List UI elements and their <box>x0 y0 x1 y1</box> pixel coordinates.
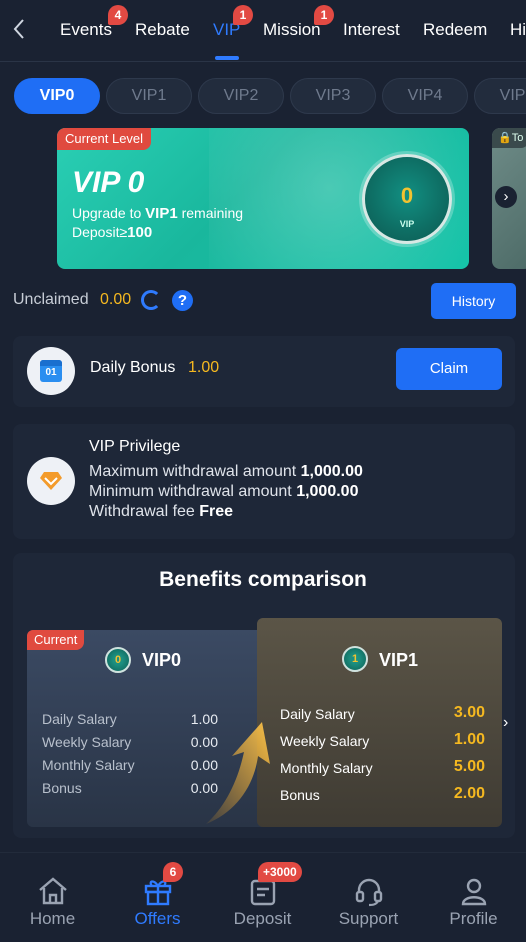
vip0-heading: VIP0 <box>142 650 182 670</box>
right-bonus-value: 2.00 <box>453 785 485 802</box>
tab-redeem[interactable]: Redeem <box>423 20 487 40</box>
unclaimed-label: Unclaimed <box>13 291 89 308</box>
privilege-title: VIP Privilege <box>89 438 181 455</box>
left-monthly-label: Monthly Salary <box>42 757 135 773</box>
right-bonus-label: Bonus <box>280 787 320 803</box>
claim-button[interactable]: Claim <box>396 348 502 390</box>
withdrawal-fee: Withdrawal fee Free <box>89 503 234 520</box>
current-level-title: VIP 0 <box>72 166 145 199</box>
vip1-medal-icon: 1 <box>342 646 368 672</box>
unclaimed-value: 0.00 <box>100 291 132 308</box>
tab-interest[interactable]: Interest <box>343 20 400 40</box>
pill-vip3[interactable]: VIP3 <box>290 78 376 114</box>
right-monthly-value: 5.00 <box>453 758 485 775</box>
tab-rebate[interactable]: Rebate <box>135 20 190 40</box>
pill-vip1[interactable]: VIP1 <box>106 78 192 114</box>
benefits-title: Benefits comparison <box>159 568 367 591</box>
vip-level-selector: VIP0 VIP1 VIP2 VIP3 VIP4 VIP5 <box>0 78 526 114</box>
chevron-right-icon[interactable]: › <box>495 186 517 208</box>
profile-icon <box>461 878 487 906</box>
home-icon <box>39 877 67 905</box>
min-withdrawal: Minimum withdrawal amount 1,000.00 <box>89 483 359 500</box>
pill-vip4[interactable]: VIP4 <box>382 78 468 114</box>
nav-home[interactable]: Home <box>0 853 105 942</box>
tab-more[interactable]: Hi <box>510 20 526 40</box>
vip-medal-icon: 0 VIP <box>362 154 452 244</box>
upgrade-text: Upgrade to VIP1 remaining <box>72 205 244 222</box>
daily-bonus-label: Daily Bonus <box>90 359 176 376</box>
mission-badge: 1 <box>314 5 334 25</box>
diamond-icon <box>40 472 62 490</box>
nav-deposit[interactable]: +3000 Deposit <box>210 853 315 942</box>
daily-bonus-value: 1.00 <box>188 359 220 376</box>
tab-events[interactable]: Events <box>60 20 112 40</box>
vip1-heading: VIP1 <box>379 650 419 670</box>
pill-vip2[interactable]: VIP2 <box>198 78 284 114</box>
max-withdrawal: Maximum withdrawal amount 1,000.00 <box>89 463 363 480</box>
daily-bonus-panel: 01 Daily Bonus 1.00 Claim <box>13 336 515 407</box>
lock-tag: 🔒To <box>492 128 526 148</box>
pill-vip5[interactable]: VIP5 <box>474 78 526 114</box>
left-weekly-label: Weekly Salary <box>42 734 132 750</box>
deposit-requirement: Deposit≥100 <box>72 224 153 241</box>
nav-support[interactable]: Support <box>316 853 421 942</box>
active-tab-indicator <box>215 56 239 60</box>
vip0-medal-icon: 0 <box>105 647 131 673</box>
nav-offers[interactable]: 6 Offers <box>105 853 210 942</box>
refresh-icon[interactable] <box>141 290 161 310</box>
offers-badge: 6 <box>163 862 183 882</box>
vip-badge: 1 <box>233 5 253 25</box>
right-monthly-label: Monthly Salary <box>280 760 373 776</box>
history-button[interactable]: History <box>431 283 516 319</box>
deposit-badge: +3000 <box>258 862 302 882</box>
diamond-icon-wrap <box>27 457 75 505</box>
bottom-nav: Home 6 Offers +3000 Deposit Support Prof… <box>0 852 526 942</box>
upgrade-arrow-icon <box>206 722 270 824</box>
tab-mission[interactable]: Mission <box>263 20 321 40</box>
right-weekly-label: Weekly Salary <box>280 733 370 749</box>
current-level-tag: Current Level <box>57 128 152 150</box>
help-icon[interactable]: ? <box>172 290 193 311</box>
calendar-icon: 01 <box>40 360 62 382</box>
current-level-card: Current Level VIP 0 Upgrade to VIP1 rema… <box>57 128 469 269</box>
events-badge: 4 <box>108 5 128 25</box>
headset-icon <box>355 878 383 907</box>
top-nav: Events 4 Rebate VIP 1 Mission 1 Interest… <box>0 0 526 62</box>
back-arrow-icon[interactable] <box>12 18 34 44</box>
left-daily-label: Daily Salary <box>42 711 117 727</box>
current-tag: Current <box>27 630 85 650</box>
nav-profile[interactable]: Profile <box>421 853 526 942</box>
right-daily-label: Daily Salary <box>280 706 355 722</box>
right-weekly-value: 1.00 <box>453 731 485 748</box>
calendar-icon-wrap: 01 <box>27 347 75 395</box>
right-daily-value: 3.00 <box>453 704 485 721</box>
chevron-right-icon-2[interactable]: › <box>503 714 519 736</box>
left-bonus-label: Bonus <box>42 780 82 796</box>
pill-vip0[interactable]: VIP0 <box>14 78 100 114</box>
vip-privilege-panel: VIP Privilege Maximum withdrawal amount … <box>13 424 515 539</box>
